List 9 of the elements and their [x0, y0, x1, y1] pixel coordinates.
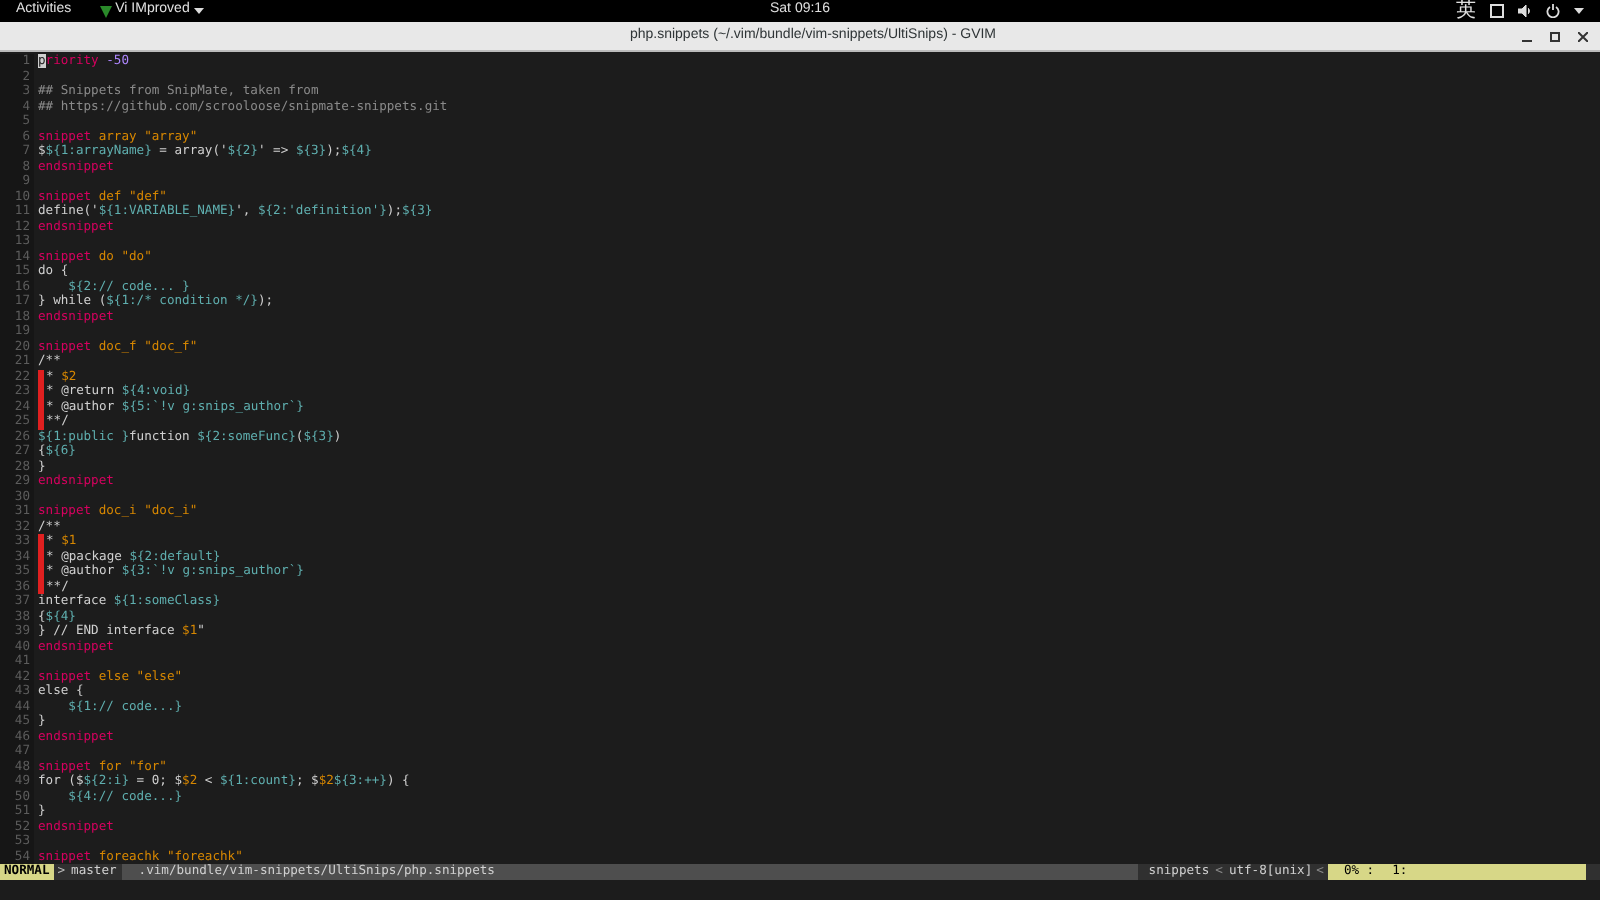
close-icon[interactable]	[1578, 31, 1588, 41]
caret-icon[interactable]	[193, 7, 204, 15]
power-icon[interactable]	[1546, 4, 1560, 18]
input-method-menu[interactable]: 英	[1456, 0, 1476, 22]
window-icon[interactable]	[1490, 4, 1504, 18]
volume-icon[interactable]	[1518, 4, 1532, 18]
app-icon	[99, 5, 112, 17]
maximize-icon[interactable]	[1550, 31, 1560, 41]
caret-icon[interactable]	[1574, 7, 1584, 15]
